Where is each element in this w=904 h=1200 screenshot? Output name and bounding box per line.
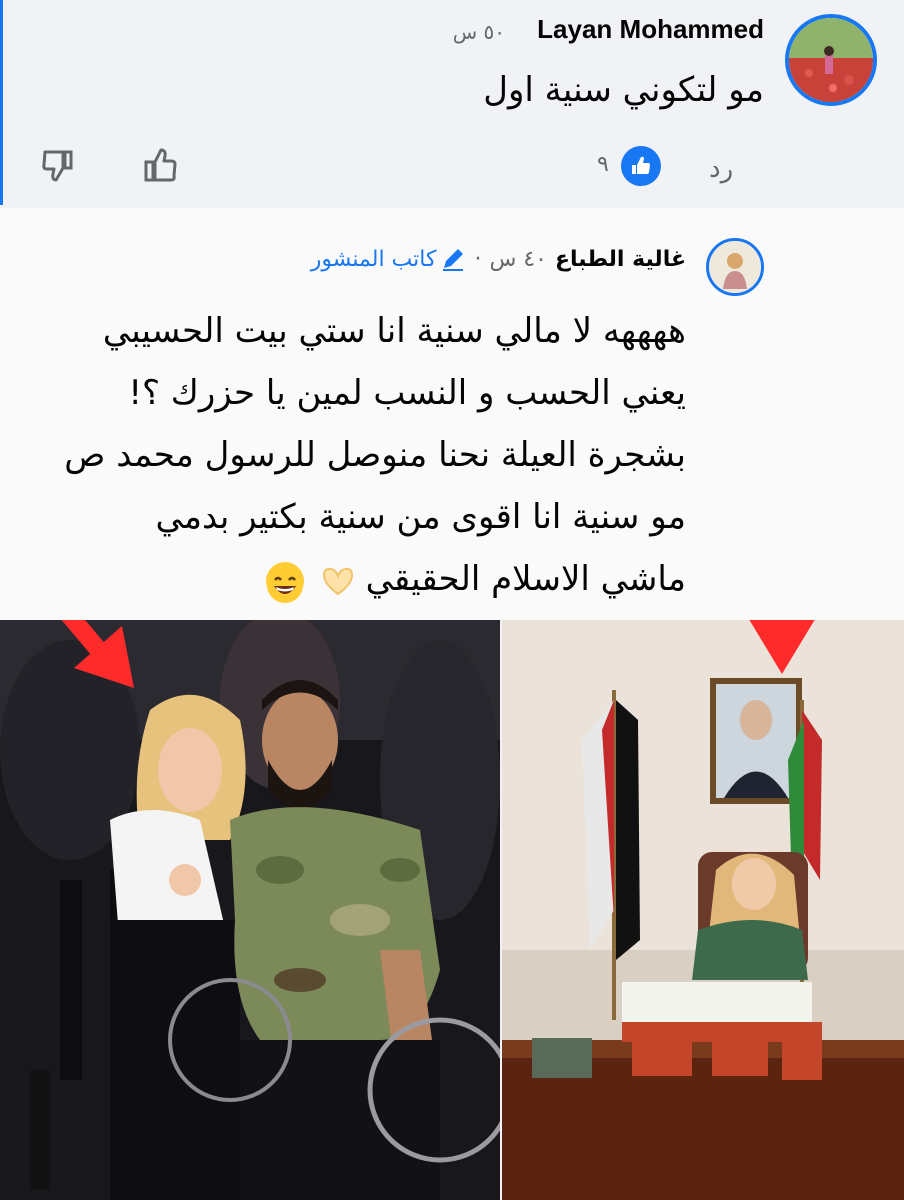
office-image	[502, 620, 904, 1200]
comment-layan: Layan Mohammed ٥٠ س مو لتكوني سنية اول ٩…	[0, 0, 904, 205]
comment-line: ههههه لا مالي سنية انا ستي بيت الحسيبي	[102, 311, 686, 351]
comment-text: ههههه لا مالي سنية انا ستي بيت الحسيبي ي…	[6, 300, 686, 610]
avatar[interactable]	[785, 14, 877, 106]
comment-line-last: ماشي الاسلام الحقيقي	[6, 548, 686, 610]
like-icon[interactable]	[141, 146, 181, 186]
photo-nightclub[interactable]	[0, 620, 500, 1200]
comment-line: ماشي الاسلام الحقيقي	[365, 559, 686, 599]
reply-button[interactable]: رد	[709, 154, 733, 184]
nightclub-image	[0, 620, 500, 1200]
comment-timestamp[interactable]: ٤٠ س	[489, 247, 547, 272]
like-reaction-icon[interactable]	[621, 146, 661, 186]
separator: ·	[474, 246, 482, 272]
photo-office[interactable]	[502, 620, 904, 1200]
comment-author[interactable]: غالية الطباع	[555, 247, 686, 272]
avatar[interactable]	[706, 238, 764, 296]
comment-header: غالية الطباع ٤٠ س · كاتب المنشور	[311, 246, 686, 272]
author-badge: كاتب المنشور	[311, 246, 467, 272]
comment-timestamp[interactable]: ٥٠ س	[453, 20, 505, 44]
comment-line: بشجرة العيلة نحنا منوصل للرسول محمد ص	[64, 435, 686, 475]
grinning-emoji-icon	[265, 561, 304, 603]
avatar-photo	[709, 241, 761, 293]
pencil-icon	[443, 249, 464, 271]
arrow-down	[749, 620, 815, 674]
avatar-photo	[789, 18, 873, 102]
author-badge-label: كاتب المنشور	[310, 246, 437, 272]
comment-line: مو سنية انا اقوى من سنية بكتير بدمي	[155, 497, 686, 537]
like-count[interactable]: ٩	[597, 152, 609, 177]
comment-actions: ٩ رد	[3, 140, 904, 195]
heart-hands-emoji-icon	[322, 567, 353, 595]
arrow-left	[61, 620, 134, 688]
comment-text: مو لتكوني سنية اول	[483, 70, 764, 110]
dislike-icon[interactable]	[37, 146, 77, 186]
comment-author[interactable]: Layan Mohammed	[537, 14, 764, 45]
comment-ghalia: غالية الطباع ٤٠ س · كاتب المنشور ههههه ل…	[0, 208, 904, 620]
comment-line: يعني الحسب و النسب لمين يا حزرك ؟!	[128, 373, 686, 413]
